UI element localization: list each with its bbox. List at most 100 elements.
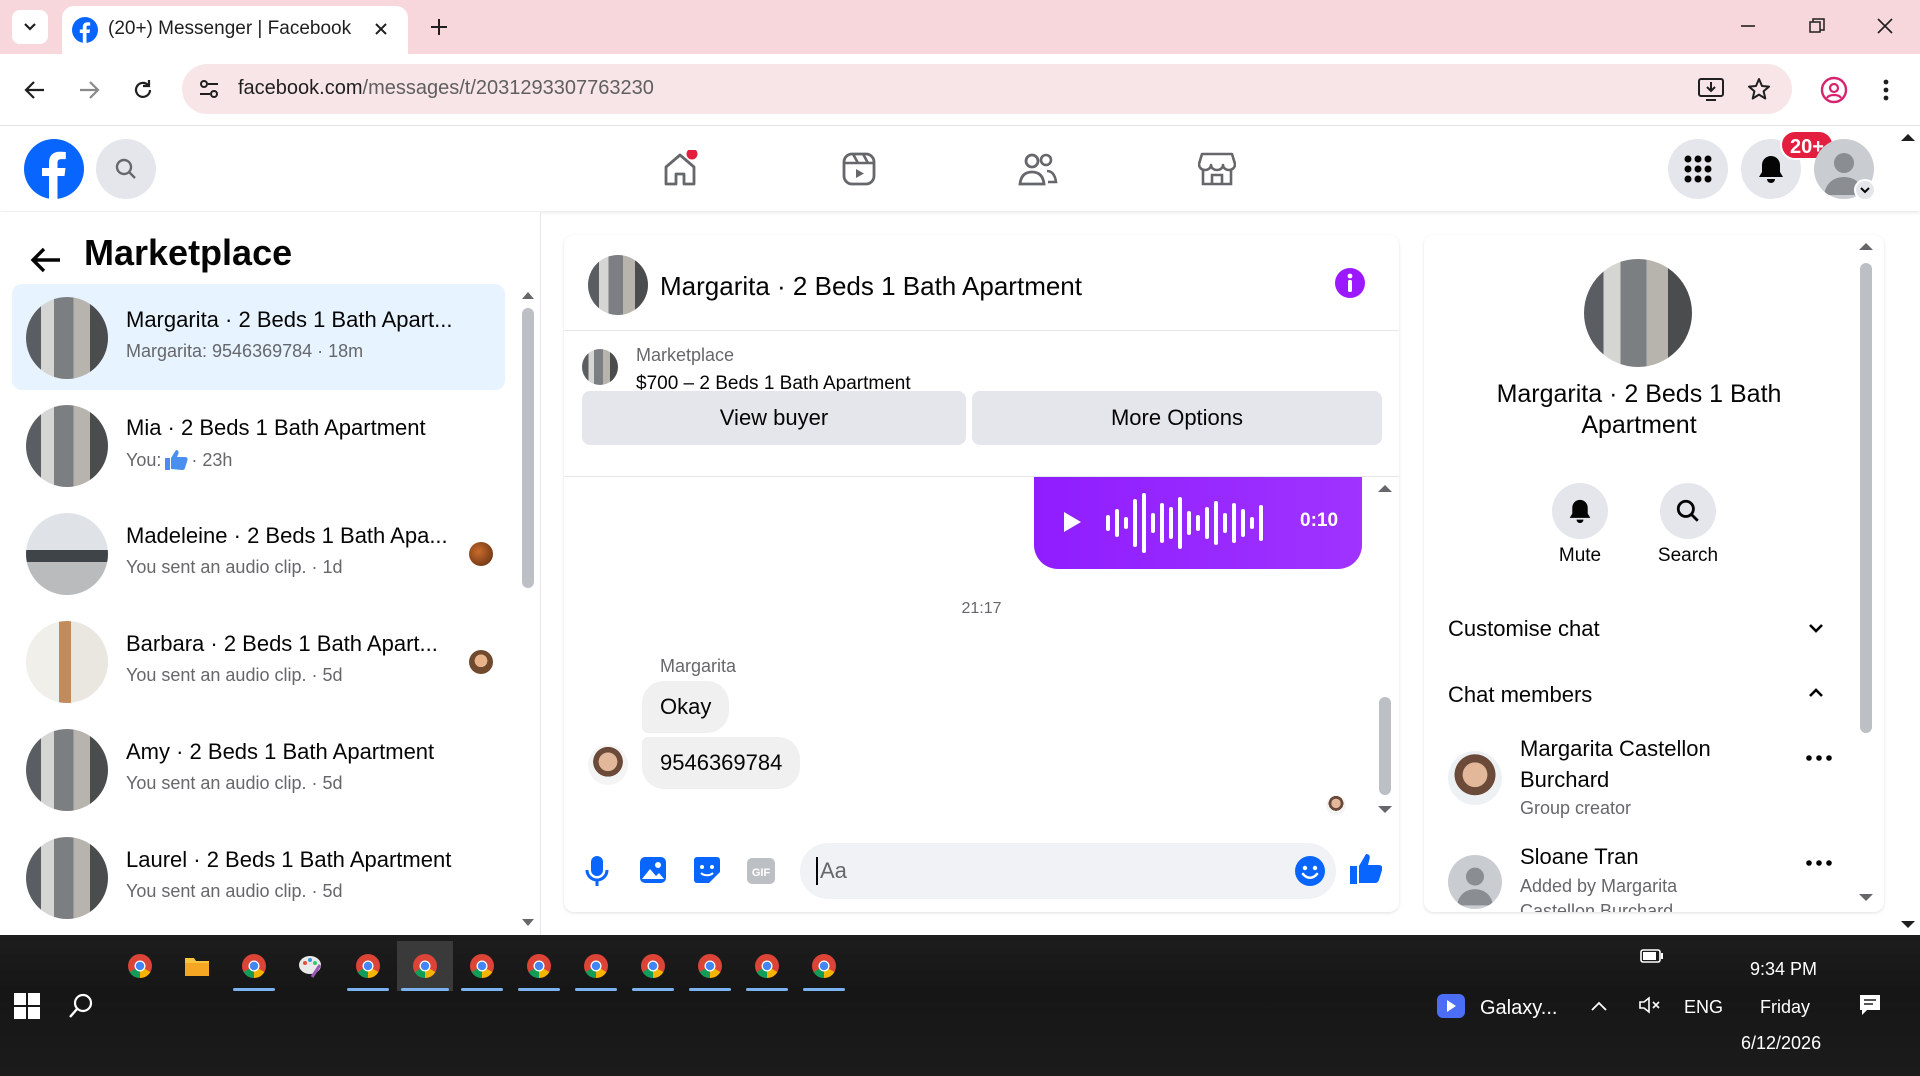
scrollbar-thumb[interactable]: [1860, 263, 1872, 733]
menu-button[interactable]: [1668, 139, 1728, 199]
facebook-logo-icon[interactable]: [24, 139, 84, 199]
account-chevron[interactable]: [1854, 179, 1876, 201]
taskbar-paint[interactable]: [286, 941, 336, 991]
chevron-up-icon[interactable]: [1590, 1000, 1608, 1012]
taskbar-chrome[interactable]: [628, 941, 678, 991]
site-settings-icon[interactable]: [198, 78, 220, 100]
taskbar-chrome[interactable]: [685, 941, 735, 991]
nav-reels[interactable]: [827, 145, 891, 193]
new-tab-button[interactable]: [422, 10, 456, 44]
back-button[interactable]: [26, 240, 66, 280]
sender-avatar[interactable]: [588, 745, 628, 785]
emoji-icon[interactable]: [1294, 855, 1326, 887]
nav-home[interactable]: [648, 145, 712, 193]
bookmark-star-icon[interactable]: [1747, 77, 1771, 101]
volume-muted-icon[interactable]: [1638, 995, 1662, 1015]
input-language[interactable]: ENG: [1684, 997, 1723, 1018]
mute-button[interactable]: [1552, 483, 1608, 539]
scroll-up-arrow-icon[interactable]: [521, 290, 535, 300]
windows-start-icon[interactable]: [14, 993, 40, 1019]
member-options-button[interactable]: [1806, 755, 1832, 761]
member-options-button[interactable]: [1806, 860, 1832, 866]
message-bubble[interactable]: 9546369784: [642, 737, 801, 789]
page-scroll-up-icon[interactable]: [1900, 132, 1916, 142]
taskbar-chrome[interactable]: [799, 941, 849, 991]
conversation-item[interactable]: Amy · 2 Beds 1 Bath Apartment You sent a…: [12, 716, 505, 822]
marketplace-conversations-panel: Marketplace Margarita · 2 Beds 1 Bath Ap…: [0, 212, 541, 935]
tab-search-button[interactable]: [12, 10, 48, 44]
member-avatar[interactable]: [1448, 751, 1502, 805]
more-options-button[interactable]: More Options: [972, 391, 1382, 445]
taskbar-file-explorer[interactable]: [172, 941, 222, 991]
taskbar-chrome[interactable]: [742, 941, 792, 991]
browser-tab[interactable]: (20+) Messenger | Facebook: [62, 6, 408, 54]
view-buyer-button[interactable]: View buyer: [582, 391, 966, 445]
scroll-down-arrow-icon[interactable]: [1858, 893, 1874, 903]
notification-center-icon[interactable]: [1858, 993, 1882, 1017]
forward-button[interactable]: [70, 71, 108, 109]
battery-icon[interactable]: [1640, 949, 1664, 963]
browser-menu-button[interactable]: [1866, 70, 1906, 110]
bell-icon: [1569, 499, 1591, 523]
scroll-down-arrow-icon[interactable]: [1377, 805, 1393, 815]
conversation-item[interactable]: Barbara · 2 Beds 1 Bath Apart... You sen…: [12, 608, 505, 714]
image-icon[interactable]: [638, 855, 668, 885]
profile-button[interactable]: [1814, 70, 1854, 110]
galaxy-app-icon[interactable]: [1436, 993, 1466, 1019]
play-icon[interactable]: [1062, 511, 1082, 533]
scrollbar-thumb[interactable]: [522, 308, 534, 588]
chevron-up-icon[interactable]: [1808, 687, 1824, 699]
sticker-icon[interactable]: [692, 855, 722, 885]
close-window-button[interactable]: [1862, 8, 1908, 44]
customise-chat-row[interactable]: Customise chat: [1448, 616, 1600, 642]
chrome-icon: [242, 954, 266, 978]
chevron-down-icon[interactable]: [1808, 622, 1824, 634]
conversation-item[interactable]: Mia · 2 Beds 1 Bath Apartment You: · 23h: [12, 392, 505, 498]
taskbar-chrome[interactable]: [514, 941, 564, 991]
clock-time[interactable]: 9:34 PM: [1750, 959, 1817, 980]
taskbar-chrome[interactable]: [343, 941, 393, 991]
address-bar[interactable]: facebook.com/messages/t/2031293307763230: [182, 64, 1792, 114]
chat-title[interactable]: Margarita · 2 Beds 1 Bath Apartment: [660, 271, 1082, 302]
audio-message[interactable]: 0:10: [1034, 477, 1362, 569]
message-composer[interactable]: Aa: [800, 843, 1336, 899]
more-horizontal-icon: [1806, 860, 1832, 866]
restore-button[interactable]: [1794, 8, 1840, 44]
page-scroll-down-icon[interactable]: [1900, 920, 1916, 930]
back-button[interactable]: [16, 71, 54, 109]
taskbar-chrome-active[interactable]: [397, 941, 453, 991]
microphone-icon[interactable]: [584, 855, 610, 887]
search-icon[interactable]: [68, 993, 94, 1019]
nav-marketplace[interactable]: [1185, 145, 1249, 193]
reload-button[interactable]: [124, 71, 162, 109]
clock-day[interactable]: Friday: [1760, 997, 1810, 1018]
scroll-up-arrow-icon[interactable]: [1858, 241, 1874, 251]
taskbar-chrome[interactable]: [457, 941, 507, 991]
conversation-item[interactable]: Margarita · 2 Beds 1 Bath Apart... Marga…: [12, 284, 505, 390]
clock-date[interactable]: 6/12/2026: [1741, 1033, 1821, 1054]
gif-icon[interactable]: GIF: [746, 857, 776, 885]
scroll-up-arrow-icon[interactable]: [1377, 483, 1393, 493]
chat-avatar[interactable]: [588, 255, 648, 315]
conversation-item[interactable]: Madeleine · 2 Beds 1 Bath Apa... You sen…: [12, 500, 505, 606]
galaxy-app-label[interactable]: Galaxy...: [1480, 997, 1557, 1020]
taskbar-chrome[interactable]: [115, 941, 165, 991]
install-app-icon[interactable]: [1698, 77, 1724, 101]
conversation-item[interactable]: Laurel · 2 Beds 1 Bath Apartment You sen…: [12, 824, 505, 930]
info-icon[interactable]: [1334, 267, 1366, 299]
member-avatar[interactable]: [1448, 855, 1502, 909]
search-in-chat-button[interactable]: [1660, 483, 1716, 539]
minimize-button[interactable]: [1725, 8, 1771, 44]
nav-friends[interactable]: [1006, 145, 1070, 193]
taskbar-chrome[interactable]: [229, 941, 279, 991]
close-tab-button[interactable]: [368, 16, 394, 42]
scroll-down-arrow-icon[interactable]: [521, 918, 535, 928]
member-name[interactable]: Sloane Tran: [1520, 841, 1639, 872]
member-name[interactable]: Margarita Castellon Burchard: [1520, 733, 1780, 795]
message-bubble[interactable]: Okay: [642, 681, 730, 733]
chat-members-row[interactable]: Chat members: [1448, 682, 1592, 708]
search-button[interactable]: [96, 139, 156, 199]
scrollbar-thumb[interactable]: [1379, 697, 1391, 795]
thumbs-up-icon[interactable]: [1348, 853, 1382, 885]
taskbar-chrome[interactable]: [571, 941, 621, 991]
